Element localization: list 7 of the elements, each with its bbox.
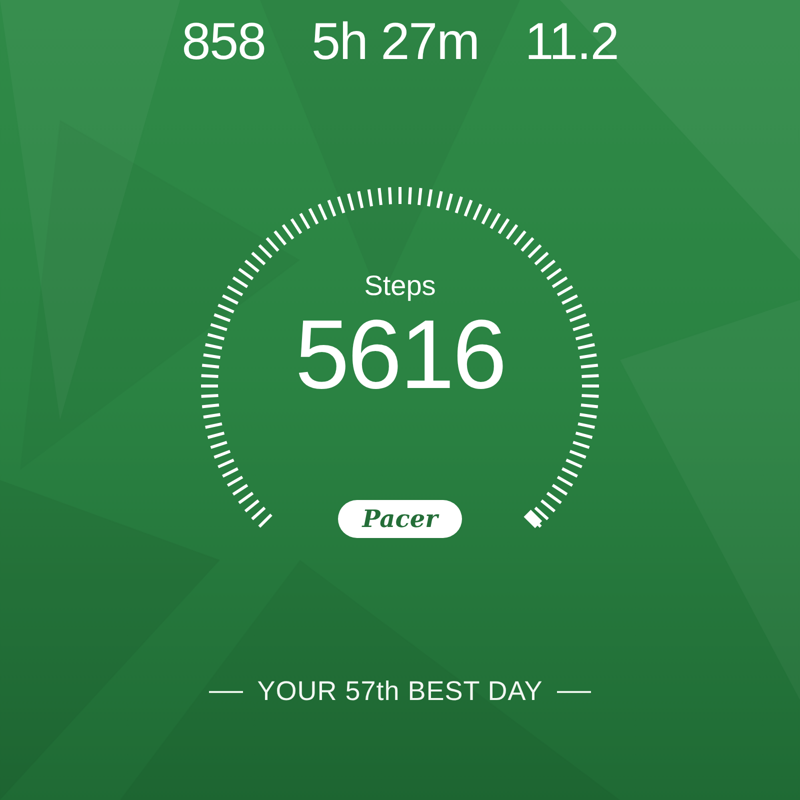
best-day-text: YOUR 57th BEST DAY [257, 676, 543, 707]
stat-value: 11.2 [524, 12, 618, 72]
brand-logo: Pacer [338, 500, 462, 538]
stat-value: 5h 27m [311, 12, 479, 72]
stat-value: 858 [182, 12, 266, 72]
gauge-label: Steps [364, 270, 436, 302]
step-count: 5616 [294, 302, 505, 406]
